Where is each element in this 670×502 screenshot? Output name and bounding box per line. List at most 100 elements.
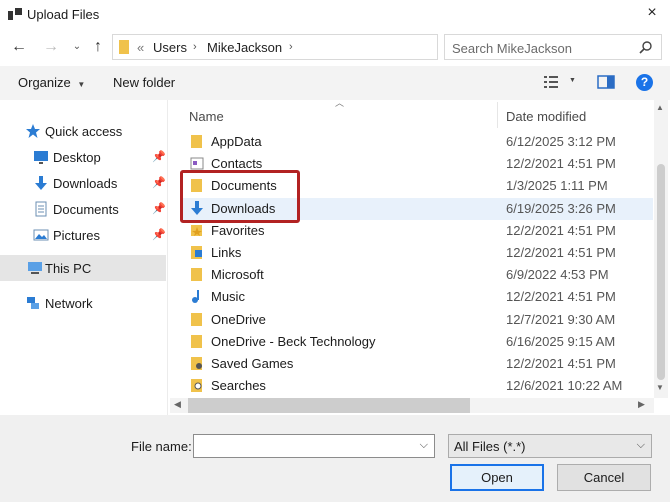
contacts-icon <box>190 157 204 170</box>
sidebar-item-label: Quick access <box>45 124 123 139</box>
close-button[interactable]: × <box>640 4 664 24</box>
vertical-scrollbar[interactable]: ▲ ▼ <box>654 100 668 398</box>
search-box[interactable]: Search MikeJackson <box>444 34 662 60</box>
back-button[interactable]: ← <box>8 37 30 59</box>
file-row[interactable]: Downloads 6/19/2025 3:26 PM <box>183 197 653 220</box>
title-bar: Upload Files × <box>0 0 670 30</box>
folder-icon <box>191 312 202 326</box>
view-details-icon[interactable] <box>543 74 559 90</box>
file-row[interactable]: Favorites 12/2/2021 4:51 PM <box>183 220 653 242</box>
network-icon <box>27 297 39 309</box>
file-row[interactable]: Saved Games 12/2/2021 4:51 PM <box>183 353 653 375</box>
sidebar-item-network[interactable]: Network <box>25 292 165 316</box>
file-name-input[interactable]: ⌵ <box>193 434 435 458</box>
file-date: 1/3/2025 1:11 PM <box>506 178 608 194</box>
chevron-right-icon[interactable]: › <box>193 41 197 53</box>
folder-icon <box>191 268 202 282</box>
folder-icon <box>191 135 202 148</box>
file-name: Documents <box>211 178 277 194</box>
app-icon <box>8 8 22 20</box>
up-button[interactable]: ↑ <box>87 37 109 59</box>
folder-icon <box>191 334 202 348</box>
games-icon <box>191 357 202 370</box>
pin-icon[interactable]: 📌 <box>152 202 166 215</box>
sidebar-item-downloads[interactable]: Downloads <box>33 172 165 196</box>
sort-ascending-icon: ︿ <box>335 98 345 108</box>
folder-icon <box>191 179 202 193</box>
file-row[interactable]: OneDrive - Beck Technology 6/16/2025 9:15… <box>183 331 653 353</box>
file-row[interactable]: Links 12/2/2021 4:51 PM <box>183 242 653 264</box>
file-name: OneDrive - Beck Technology <box>211 333 376 349</box>
file-list: ︿ Name Date modified AppData 6/12/2025 3:… <box>169 98 670 415</box>
music-icon <box>192 290 199 304</box>
file-row[interactable]: Searches 12/6/2021 10:22 AM <box>183 375 653 397</box>
sidebar-item-quick-access[interactable]: Quick access <box>25 120 165 144</box>
recent-dropdown[interactable]: ⌄ <box>66 37 88 59</box>
window-title: Upload Files <box>27 7 100 22</box>
address-bar[interactable]: « Users › MikeJackson › ⌵ ↻ <box>112 34 545 60</box>
file-date: 12/6/2021 10:22 AM <box>506 378 623 394</box>
search-folder-icon <box>191 379 202 393</box>
file-row[interactable]: Microsoft 6/9/2022 4:53 PM <box>183 264 653 286</box>
column-header-name[interactable]: Name <box>189 109 224 124</box>
file-row[interactable]: OneDrive 12/7/2021 9:30 AM <box>183 309 653 331</box>
chevron-down-icon: ⌵ <box>636 439 645 451</box>
dialog-footer: File name: ⌵ All Files (*.*) ⌵ Open Canc… <box>0 415 670 502</box>
folder-icon <box>119 40 129 54</box>
favorites-icon <box>191 224 202 236</box>
preview-pane-icon[interactable] <box>597 74 615 90</box>
pin-icon[interactable]: 📌 <box>152 176 166 189</box>
new-folder-button[interactable]: New folder <box>113 75 175 90</box>
horizontal-scrollbar[interactable]: ◀ ▶ <box>170 398 654 413</box>
links-icon <box>191 246 202 259</box>
chevron-down-icon[interactable]: ⌵ <box>420 439 428 452</box>
scroll-down-arrow[interactable]: ▼ <box>656 383 664 392</box>
help-button[interactable]: ? <box>636 74 653 91</box>
sidebar-item-desktop[interactable]: Desktop <box>33 146 165 170</box>
search-icon[interactable] <box>639 40 653 54</box>
pin-icon[interactable]: 📌 <box>152 228 166 241</box>
view-options-dropdown[interactable]: ▼ <box>569 77 576 84</box>
file-date: 6/16/2025 9:15 AM <box>506 333 616 349</box>
file-type-value: All Files (*.*) <box>454 439 526 454</box>
breadcrumb-users[interactable]: Users <box>153 40 187 55</box>
file-date: 12/2/2021 4:51 PM <box>506 289 616 305</box>
file-row[interactable]: Music 12/2/2021 4:51 PM <box>183 286 653 308</box>
sidebar-item-pictures[interactable]: Pictures <box>33 224 165 248</box>
column-divider[interactable] <box>497 102 498 128</box>
file-row[interactable]: Documents 1/3/2025 1:11 PM <box>183 175 653 197</box>
file-type-select[interactable]: All Files (*.*) ⌵ <box>448 434 652 458</box>
search-input[interactable]: Search MikeJackson <box>452 41 572 56</box>
organize-label: Organize <box>18 75 71 90</box>
horizontal-scroll-thumb[interactable] <box>188 398 470 413</box>
file-name-label: File name: <box>131 439 192 454</box>
pin-icon[interactable]: 📌 <box>152 150 166 163</box>
scroll-right-arrow[interactable]: ▶ <box>638 399 645 410</box>
scroll-up-arrow[interactable]: ▲ <box>656 103 664 112</box>
desktop-icon <box>34 151 48 164</box>
file-date: 12/2/2021 4:51 PM <box>506 245 616 260</box>
forward-button[interactable]: → <box>40 37 62 59</box>
sidebar-item-label: Pictures <box>53 228 100 243</box>
breadcrumb-user[interactable]: MikeJackson <box>207 40 282 55</box>
open-button[interactable]: Open <box>450 464 544 491</box>
sidebar-item-documents[interactable]: Documents <box>33 198 165 222</box>
chevron-right-icon[interactable]: › <box>289 41 293 53</box>
document-icon <box>35 201 47 217</box>
cancel-button[interactable]: Cancel <box>557 464 651 491</box>
column-header-date[interactable]: Date modified <box>506 109 586 124</box>
breadcrumb-overflow[interactable]: « <box>137 40 144 55</box>
scroll-left-arrow[interactable]: ◀ <box>174 399 181 410</box>
file-date: 6/19/2025 3:26 PM <box>506 200 616 216</box>
sidebar-item-this-pc[interactable]: This PC <box>0 255 166 281</box>
organize-button[interactable]: Organize ▼ <box>18 75 85 90</box>
navigation-bar: ← → ⌄ ↑ « Users › MikeJackson › ⌵ ↻ Sear… <box>0 30 670 64</box>
sidebar-item-label: Desktop <box>53 150 101 165</box>
vertical-scroll-thumb[interactable] <box>657 164 665 380</box>
file-name: Contacts <box>211 156 263 172</box>
file-row[interactable]: Contacts 12/2/2021 4:51 PM <box>183 153 653 175</box>
download-icon <box>35 176 47 190</box>
file-date: 6/9/2022 4:53 PM <box>506 267 609 283</box>
file-row[interactable]: AppData 6/12/2025 3:12 PM <box>183 131 653 153</box>
file-name: AppData <box>211 134 262 149</box>
